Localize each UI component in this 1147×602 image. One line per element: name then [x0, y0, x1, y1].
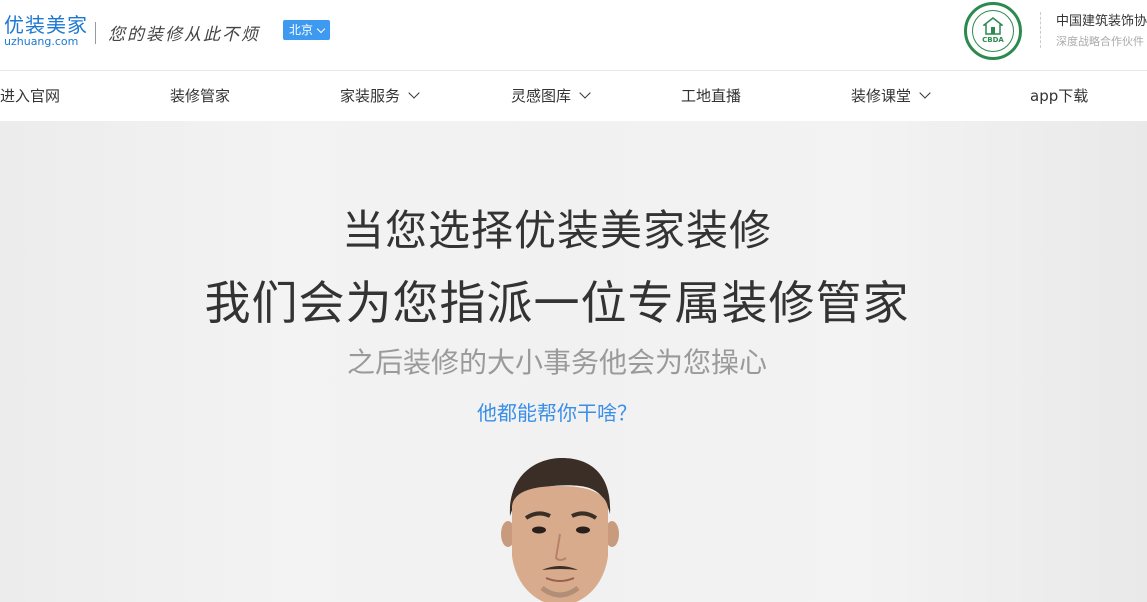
nav-item-label: 家装服务: [340, 87, 401, 105]
chevron-down-icon: [579, 87, 591, 99]
hero-banner: 当您选择优装美家装修 我们会为您指派一位专属装修管家 之后装修的大小事务他会为您…: [0, 121, 1147, 602]
nav-item-label: 装修管家: [170, 87, 231, 105]
partner-name: 中国建筑装饰协: [1056, 14, 1147, 29]
nav-item-label: 工地直播: [681, 87, 742, 105]
nav-item-label: 灵感图库: [511, 87, 572, 105]
logo-domain-text: uzhuang.com: [4, 35, 79, 48]
logo-chinese-text: 优装美家: [4, 13, 88, 37]
nav-item-classroom[interactable]: 装修课堂: [851, 71, 931, 121]
partner-divider: [1040, 12, 1042, 48]
house-icon: [983, 17, 1003, 35]
nav-item-home-services[interactable]: 家装服务: [340, 71, 420, 121]
nav-item-label: 进入官网: [0, 87, 61, 105]
chevron-down-icon: [316, 24, 326, 33]
top-header: 优装美家 uzhuang.com 您的装修从此不烦 北京 CBDA 中国建筑装饰…: [0, 0, 1147, 71]
partner-subtitle: 深度战略合作伙件: [1056, 35, 1144, 48]
nav-item-label: 装修课堂: [851, 87, 912, 105]
logo-divider: [95, 22, 96, 44]
chevron-down-icon: [408, 87, 420, 99]
hero-subheadline: 之后装修的大小事务他会为您操心: [346, 346, 767, 379]
site-logo[interactable]: 优装美家 uzhuang.com: [4, 14, 88, 48]
nav-item-gallery[interactable]: 灵感图库: [511, 71, 591, 121]
seal-text: CBDA: [982, 36, 1004, 44]
nav-item-app-download[interactable]: app下载: [1030, 71, 1088, 121]
nav-item-official-site[interactable]: 进入官网: [0, 71, 60, 121]
nav-item-site-live[interactable]: 工地直播: [681, 71, 741, 121]
cbda-seal-logo: CBDA: [964, 2, 1022, 60]
hero-question-link[interactable]: 他都能帮你干啥？: [0, 397, 1114, 426]
nav-item-label: app下载: [1030, 87, 1089, 105]
slogan: 您的装修从此不烦: [108, 25, 260, 45]
nav-item-butler[interactable]: 装修管家: [170, 71, 230, 121]
butler-portrait-image: [501, 458, 619, 602]
city-selector[interactable]: 北京: [283, 20, 331, 40]
city-label: 北京: [289, 23, 314, 37]
main-nav: 进入官网 装修管家 家装服务 灵感图库 工地直播 装修课堂 app下载: [0, 71, 1147, 121]
chevron-down-icon: [919, 87, 931, 99]
hero-headline-1: 当您选择优装美家装修: [341, 206, 772, 255]
hero-headline-2: 我们会为您指派一位专属装修管家: [204, 276, 910, 330]
